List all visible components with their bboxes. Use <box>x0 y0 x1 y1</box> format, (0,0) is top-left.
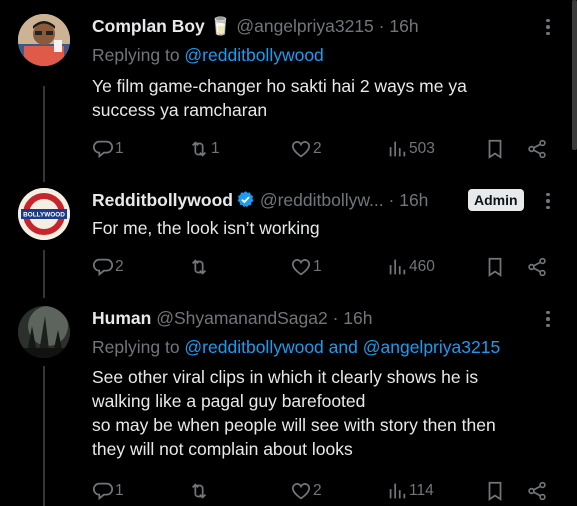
tweet-text: For me, the look isn’t working <box>92 218 320 238</box>
share-icon <box>528 481 546 501</box>
like-button[interactable]: 2 <box>290 136 322 162</box>
tweet-text: Ye film game-changer ho sakti hai 2 ways… <box>92 76 467 120</box>
mention-link[interactable]: @redditbollywood <box>184 45 323 65</box>
bookmark-icon <box>488 139 502 159</box>
bookmark-icon <box>488 481 502 501</box>
avatar[interactable] <box>18 14 70 66</box>
reply-button[interactable]: 1 <box>92 478 124 504</box>
display-name[interactable]: Human <box>92 308 151 328</box>
views-icon <box>389 483 406 499</box>
share-button[interactable] <box>526 254 548 280</box>
bollywood-logo: BOLLYWOOD <box>18 188 70 240</box>
views-icon <box>389 259 406 275</box>
share-icon <box>528 257 546 277</box>
like-button[interactable]: 2 <box>290 478 322 504</box>
heart-icon <box>291 483 311 500</box>
avatar-image <box>18 14 70 66</box>
heart-icon <box>291 259 311 276</box>
tweet-actions: 1 2 114 <box>92 478 562 504</box>
repost-button[interactable]: 1 <box>188 136 220 162</box>
avatar[interactable] <box>18 306 70 358</box>
admin-badge: Admin <box>468 189 524 211</box>
views-button[interactable]: 460 <box>386 254 435 280</box>
like-button[interactable]: 1 <box>290 254 322 280</box>
handle[interactable]: @ShyamanandSaga2 <box>156 308 328 328</box>
timestamp[interactable]: · 16h <box>333 308 373 328</box>
handle[interactable]: @angelpriya3215 <box>236 16 373 36</box>
scrollbar[interactable] <box>572 0 577 150</box>
more-options-icon[interactable] <box>540 190 556 212</box>
tweet-text: See other viral clips in which it clearl… <box>92 367 496 459</box>
reply-button[interactable]: 1 <box>92 136 124 162</box>
tweet-header: Redditbollywood @redditbollyw... · 16h <box>92 189 428 211</box>
timestamp[interactable]: · 16h <box>389 190 429 210</box>
verified-badge-icon <box>237 191 254 208</box>
bookmark-button[interactable] <box>484 254 506 280</box>
share-button[interactable] <box>526 136 548 162</box>
more-options-icon[interactable] <box>540 16 556 38</box>
tweet-actions: 2 1 460 <box>92 254 562 280</box>
mention-link[interactable]: @angelpriya3215 <box>363 337 500 357</box>
tweet-actions: 1 1 2 503 <box>92 136 562 162</box>
heart-icon <box>291 141 311 158</box>
reply-icon <box>93 140 113 159</box>
replying-to: Replying to @redditbollywood <box>92 45 324 65</box>
avatar-image <box>18 306 70 358</box>
tweet-header: Complan Boy 🥛 @angelpriya3215 · 16h <box>92 15 419 37</box>
repost-icon <box>191 141 207 157</box>
timestamp[interactable]: · 16h <box>379 16 419 36</box>
share-button[interactable] <box>526 478 548 504</box>
milk-emoji: 🥛 <box>209 16 232 36</box>
bookmark-button[interactable] <box>484 136 506 162</box>
views-icon <box>389 141 406 157</box>
more-options-icon[interactable] <box>540 308 556 330</box>
bookmark-button[interactable] <box>484 478 506 504</box>
display-name[interactable]: Complan Boy <box>92 16 205 36</box>
repost-button[interactable] <box>188 254 210 280</box>
handle[interactable]: @redditbollyw... <box>260 190 384 210</box>
mention-link[interactable]: @redditbollywood <box>184 337 323 357</box>
share-icon <box>528 139 546 159</box>
tweet[interactable]: BOLLYWOOD Redditbollywood @redditbollyw.… <box>0 180 577 298</box>
tweet[interactable]: Human @ShyamanandSaga2 · 16h Replying to… <box>0 298 577 504</box>
tweet[interactable]: Complan Boy 🥛 @angelpriya3215 · 16h Repl… <box>0 0 577 180</box>
repost-icon <box>191 483 207 499</box>
display-name[interactable]: Redditbollywood <box>92 190 233 210</box>
views-button[interactable]: 114 <box>386 478 434 504</box>
tweet-header: Human @ShyamanandSaga2 · 16h <box>92 307 372 329</box>
repost-icon <box>191 259 207 275</box>
reply-button[interactable]: 2 <box>92 254 124 280</box>
reply-icon <box>93 258 113 277</box>
bookmark-icon <box>488 257 502 277</box>
replying-to: Replying to @redditbollywood and @angelp… <box>92 337 501 357</box>
avatar[interactable]: BOLLYWOOD <box>18 188 70 240</box>
repost-button[interactable] <box>188 478 210 504</box>
svg-text:BOLLYWOOD: BOLLYWOOD <box>23 212 65 219</box>
reply-icon <box>93 482 113 501</box>
views-button[interactable]: 503 <box>386 136 435 162</box>
